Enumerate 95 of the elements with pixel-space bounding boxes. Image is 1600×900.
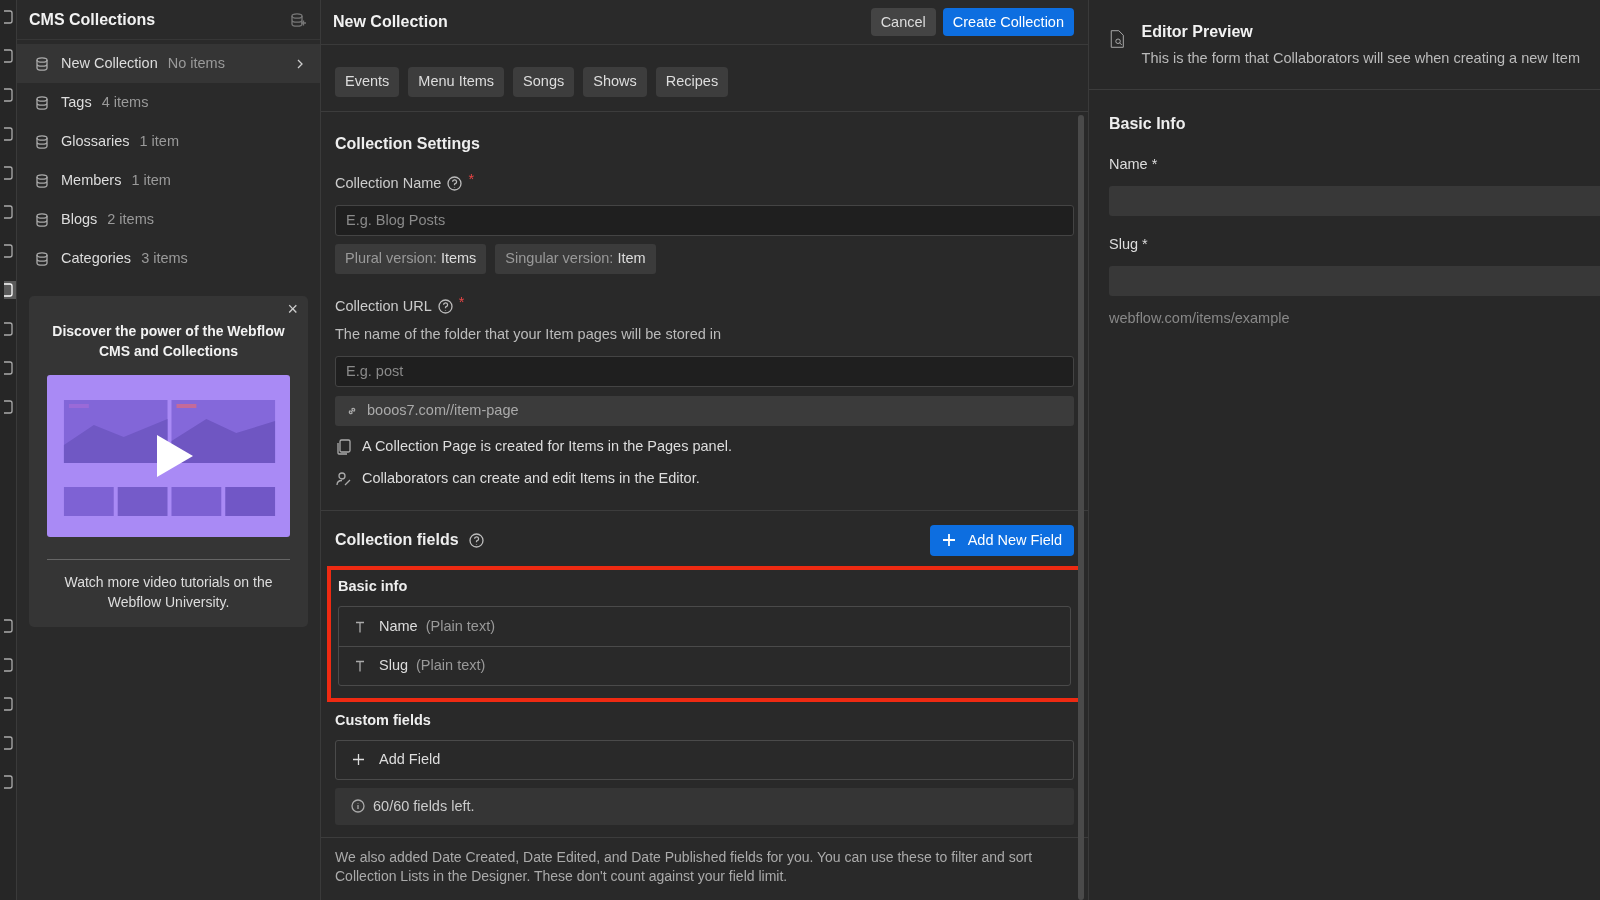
panel-icon[interactable]	[4, 47, 16, 65]
field-label: Collection URL	[335, 297, 432, 316]
pages-icon	[335, 438, 352, 456]
template-chip[interactable]: Events	[335, 67, 400, 97]
footnote-text: We also added Date Created, Date Edited, and Date Published fields for you. You can use these to filter and sort Collection Lists in the Designer. These don't count against your field limit.	[335, 848, 1034, 887]
user-edit-icon	[335, 470, 352, 488]
info-text: A Collection Page is created for Items in the Pages panel.	[362, 437, 732, 456]
field-row[interactable]: Name (Plain text)	[339, 607, 1070, 646]
version-chip[interactable]: Plural version: Items	[335, 244, 487, 274]
add-field-button[interactable]: Add New Field	[929, 524, 1074, 557]
panel-icon[interactable]	[4, 320, 16, 338]
database-icon	[35, 94, 49, 111]
section-title: Collection fields	[335, 530, 459, 551]
section-title: Basic Info	[1109, 114, 1187, 134]
collection-name: Glossaries	[61, 131, 130, 151]
panel-subtitle: This is the form that Collaborators will see when creating a new Item	[1141, 49, 1580, 68]
promo-title: Discover the power of the Webflow CMS and Collections	[51, 322, 286, 361]
cancel-button[interactable]: Cancel	[870, 7, 936, 37]
collection-item[interactable]: Blogs 2 items	[17, 200, 320, 239]
limit-text: 60/60 fields left.	[373, 796, 475, 816]
text-type-icon	[355, 620, 365, 633]
panel-icon[interactable]	[4, 281, 16, 299]
help-icon	[437, 299, 453, 315]
template-chip[interactable]: Menu Items	[408, 67, 505, 97]
plus-icon	[941, 533, 956, 548]
plus-icon	[352, 753, 365, 767]
panel-icon[interactable]	[4, 203, 16, 221]
name-input[interactable]: E.g. Blog Posts	[335, 204, 1074, 237]
group-title: Custom fields	[335, 711, 432, 730]
collection-item[interactable]: New Collection No items	[17, 44, 320, 83]
panel-icon[interactable]	[4, 164, 16, 182]
collection-item[interactable]: Glossaries 1 item	[17, 122, 320, 161]
add-database-icon[interactable]	[290, 11, 306, 28]
panel-icon[interactable]	[4, 86, 16, 104]
item-count: 3 items	[141, 248, 188, 268]
create-button[interactable]: Create Collection	[942, 7, 1074, 37]
url-text: booos7.com//item-page	[367, 401, 519, 421]
scrollbar[interactable]	[1078, 115, 1084, 900]
panel-icon[interactable]	[4, 695, 16, 713]
panel-title: CMS Collections	[29, 9, 156, 30]
collection-item[interactable]: Categories 3 items	[17, 239, 320, 278]
link-icon	[347, 406, 357, 417]
info-icon	[351, 799, 365, 814]
item-count: 2 items	[107, 209, 155, 229]
info-text: Collaborators can create and edit Items in the Editor.	[362, 468, 700, 488]
promo-text: Watch more video tutorials on the Webflow University.	[63, 573, 274, 613]
field-hint: The name of the folder that your Item pages will be stored in	[335, 324, 723, 344]
chevron-icon	[296, 57, 304, 70]
collection-name: New Collection	[61, 53, 158, 73]
database-icon	[35, 211, 49, 228]
panel-icon[interactable]	[4, 398, 16, 416]
close-button[interactable]: ×	[287, 300, 298, 318]
panel-icon[interactable]	[4, 656, 16, 674]
collection-item[interactable]: Tags 4 items	[17, 83, 320, 122]
database-icon	[35, 55, 49, 72]
url-input[interactable]: E.g. post	[335, 355, 1074, 388]
help-icon	[447, 176, 463, 192]
version-chip[interactable]: Singular version: Item	[495, 244, 656, 274]
text-type-icon	[355, 660, 365, 672]
template-chip[interactable]: Recipes	[655, 67, 729, 97]
group-title: Basic info	[338, 577, 409, 597]
collection-name: Members	[61, 170, 122, 190]
add-field-row[interactable]: Add Field	[335, 739, 1074, 780]
template-chip[interactable]: Shows	[583, 67, 647, 97]
field-row[interactable]: Slug (Plain text)	[339, 646, 1070, 685]
collection-name: Categories	[61, 248, 132, 268]
database-icon	[35, 250, 49, 267]
required-mark: *	[458, 293, 465, 312]
panel-icon[interactable]	[4, 773, 16, 791]
help-icon	[468, 532, 484, 548]
panel-icon[interactable]	[4, 125, 16, 143]
template-chip[interactable]: Songs	[513, 67, 575, 97]
field-label: Collection Name	[335, 173, 442, 193]
collection-name: Blogs	[61, 209, 98, 229]
required-mark: *	[468, 169, 475, 189]
database-icon	[35, 133, 49, 150]
panel-icon[interactable]	[4, 8, 16, 26]
panel-icon[interactable]	[4, 359, 16, 377]
section-title: Collection Settings	[335, 133, 481, 154]
slug-hint: webflow.com/items/example	[1109, 308, 1291, 328]
collection-name: Tags	[61, 92, 92, 112]
item-count: 1 item	[131, 170, 171, 190]
panel-icon[interactable]	[4, 617, 16, 635]
panel-title: Editor Preview	[1141, 22, 1254, 42]
item-count: 4 items	[101, 92, 149, 112]
field-label: Slug *	[1109, 234, 1149, 254]
play-icon[interactable]	[155, 433, 195, 480]
item-count: 1 item	[139, 131, 179, 151]
collection-item[interactable]: Members 1 item	[17, 161, 320, 200]
panel-title: New Collection	[333, 12, 448, 32]
item-count: No items	[167, 53, 225, 73]
panel-icon[interactable]	[4, 734, 16, 752]
field-label: Name *	[1109, 155, 1159, 174]
database-icon	[35, 172, 49, 189]
panel-icon[interactable]	[4, 242, 16, 260]
